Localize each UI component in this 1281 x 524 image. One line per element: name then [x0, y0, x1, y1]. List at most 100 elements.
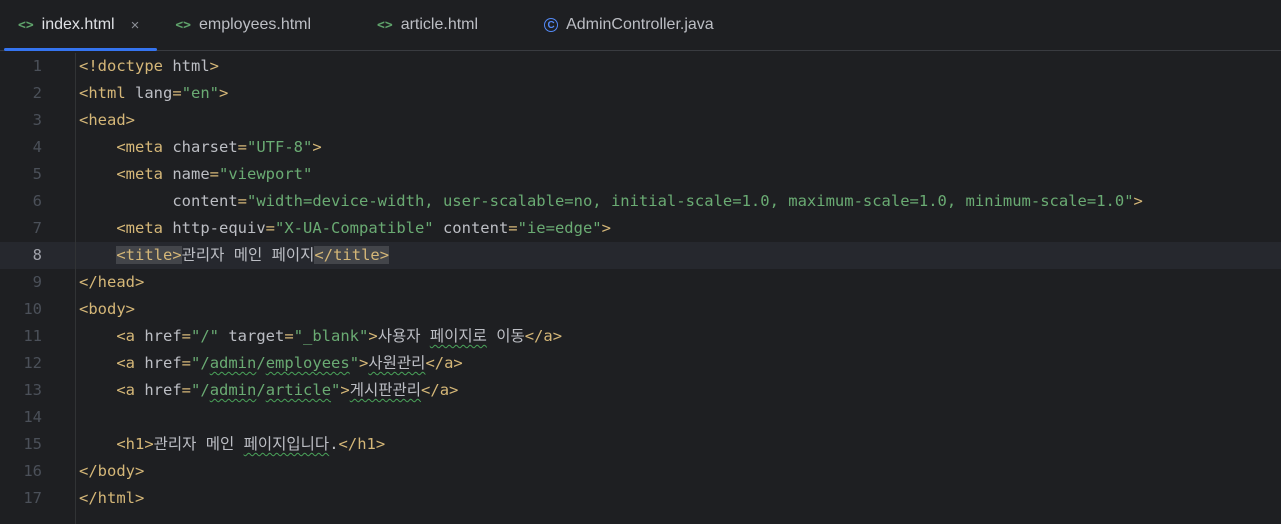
line-number: 12 [23, 354, 42, 372]
code-lines: 1 <!doctype html> 2 <html lang="en"> 3 <head>… [0, 53, 1281, 512]
line-number: 8 [32, 246, 42, 264]
code-line[interactable]: 13 <a href="/admin/article">게시판관리</a> [0, 377, 1281, 404]
code-token: <title> [116, 246, 182, 264]
code-token: 페이지로 [429, 327, 487, 345]
code-line[interactable]: 9 </head> [0, 269, 1281, 296]
close-icon[interactable]: × [131, 17, 140, 34]
line-number: 10 [23, 300, 42, 318]
tab-article-html[interactable]: <> article.html [359, 0, 526, 50]
line-number: 11 [23, 327, 42, 345]
tab-label: employees.html [199, 16, 312, 33]
code-token: "viewport" [219, 165, 313, 183]
code-token: </title> [314, 246, 390, 264]
code-content: </html> [42, 485, 144, 512]
code-token: = [265, 219, 275, 237]
code-token: = [181, 327, 192, 345]
code-token: employees [265, 354, 350, 372]
code-token: 관리자 메인 [153, 435, 244, 453]
java-class-icon: C [544, 18, 559, 32]
code-token: "/ [191, 354, 210, 372]
code-token: > [1133, 192, 1143, 210]
code-line[interactable]: 11 <a href="/" target="_blank">사용자 페이지로 … [0, 323, 1281, 350]
code-token: " [331, 381, 341, 399]
code-token: = [508, 219, 518, 237]
code-token: / [256, 381, 266, 399]
code-content: <a href="/admin/employees">사원관리</a> [42, 350, 462, 377]
code-token: > [359, 354, 369, 372]
code-line[interactable]: 8 <title>관리자 메인 페이지</title> [0, 242, 1281, 269]
code-line[interactable]: 17 </html> [0, 485, 1281, 512]
code-token: "UTF-8" [247, 138, 313, 156]
code-line[interactable]: 3 <head> [0, 107, 1281, 134]
code-line[interactable]: 16 </body> [0, 458, 1281, 485]
line-number: 9 [32, 273, 42, 291]
code-token: > [312, 138, 322, 156]
code-token: content [433, 219, 509, 237]
code-line[interactable]: 5 <meta name="viewport" [0, 161, 1281, 188]
code-token: href [135, 354, 182, 372]
code-line[interactable]: 4 <meta charset="UTF-8"> [0, 134, 1281, 161]
code-token: = [237, 192, 247, 210]
code-token: 관리자 메인 페이지 [181, 246, 315, 264]
code-line[interactable]: 2 <html lang="en"> [0, 80, 1281, 107]
html-file-icon: <> [175, 17, 191, 33]
code-token: "_blank" [293, 327, 369, 345]
editor-tab-bar: <> index.html × <> employees.html <> art… [0, 0, 1281, 51]
code-line[interactable]: 1 <!doctype html> [0, 53, 1281, 80]
code-token: <html [79, 84, 126, 102]
code-token: <!doctype [79, 57, 163, 75]
code-token: content [172, 192, 238, 210]
code-line[interactable]: 12 <a href="/admin/employees">사원관리</a> [0, 350, 1281, 377]
code-line[interactable]: 10 <body> [0, 296, 1281, 323]
code-content: <a href="/admin/article">게시판관리</a> [42, 377, 458, 404]
code-content: <html lang="en"> [42, 80, 228, 107]
code-token: article [265, 381, 332, 399]
code-token: <meta [116, 138, 163, 156]
code-token: </h1> [338, 435, 386, 453]
code-content: <head> [42, 107, 135, 134]
code-token: <a [116, 354, 135, 372]
code-line[interactable]: 7 <meta http-equiv="X-UA-Compatible" con… [0, 215, 1281, 242]
line-number: 4 [32, 138, 42, 156]
code-token: = [209, 165, 220, 183]
code-content: <title>관리자 메인 페이지</title> [42, 242, 390, 269]
code-token: = [181, 381, 192, 399]
line-number: 5 [32, 165, 42, 183]
gutter-divider [75, 53, 76, 524]
code-line[interactable]: 14 [0, 404, 1281, 431]
code-token: "/ [191, 381, 210, 399]
code-token: html [163, 57, 210, 75]
line-number: 6 [32, 192, 42, 210]
code-token: 사원관리 [368, 354, 426, 372]
code-token: charset [163, 138, 238, 156]
code-token: href [135, 381, 182, 399]
code-token: 게시판관리 [349, 381, 422, 399]
code-line[interactable]: 15 <h1>관리자 메인 페이지입니다.</h1> [0, 431, 1281, 458]
code-content: <meta http-equiv="X-UA-Compatible" conte… [42, 215, 611, 242]
code-token: = [181, 354, 192, 372]
code-token: </a> [421, 381, 459, 399]
code-token: > [209, 57, 220, 75]
line-number: 15 [23, 435, 42, 453]
code-token: </a> [524, 327, 563, 345]
tab-index-html[interactable]: <> index.html × [0, 0, 158, 51]
code-content: <h1>관리자 메인 페이지입니다.</h1> [42, 431, 385, 458]
code-line[interactable]: 6 content="width=device-width, user-scal… [0, 188, 1281, 215]
code-token: <meta [116, 165, 163, 183]
code-token: > [601, 219, 611, 237]
tab-employees-html[interactable]: <> employees.html [157, 0, 359, 50]
code-token: = [172, 84, 182, 102]
tab-admincontroller-java[interactable]: C AdminController.java [526, 0, 732, 50]
code-token: "/" [191, 327, 220, 345]
code-editor[interactable]: 1 <!doctype html> 2 <html lang="en"> 3 <head>… [0, 53, 1281, 524]
code-token: http-equiv [163, 219, 266, 237]
code-content: <meta charset="UTF-8"> [42, 134, 322, 161]
code-content [42, 404, 79, 431]
code-token: admin [209, 381, 257, 399]
